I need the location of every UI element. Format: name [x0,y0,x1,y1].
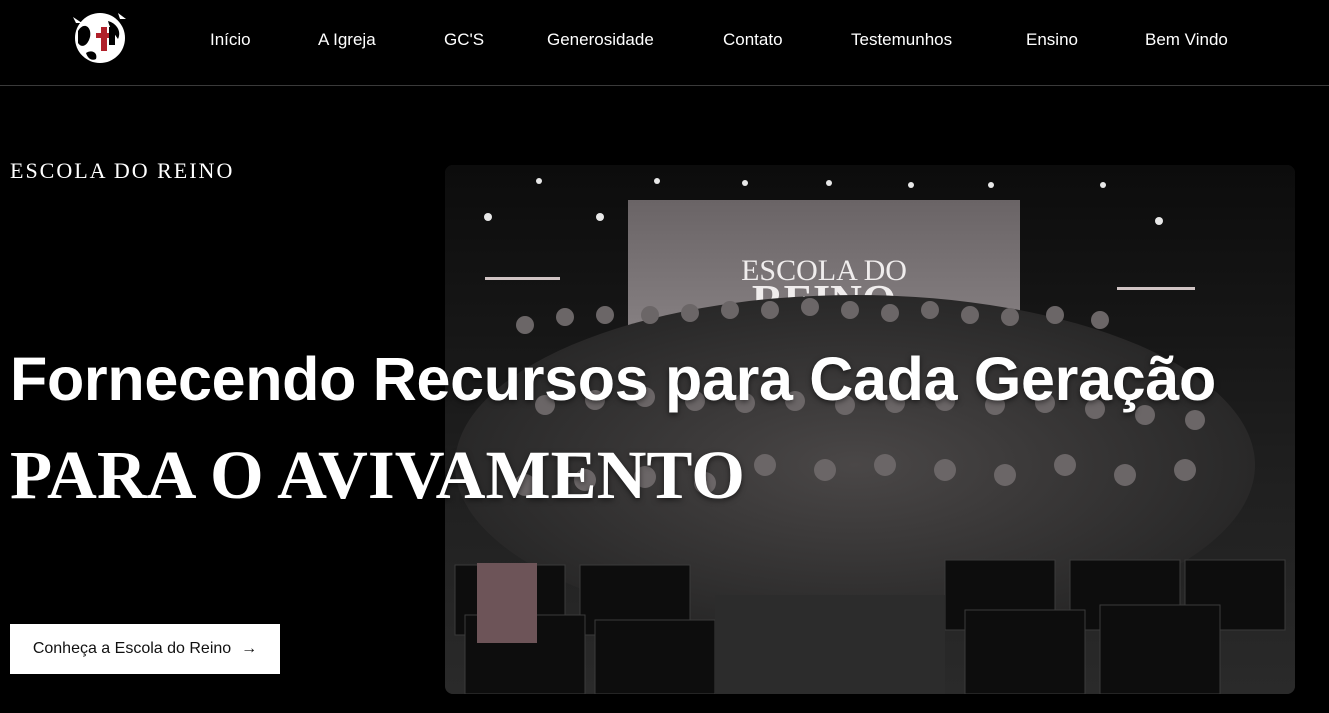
hero-headline: Fornecendo Recursos para Cada Geração [10,345,1216,413]
site-header: Início A Igreja GC'S Generosidade Contat… [0,0,1329,86]
arrow-right-icon: → [241,640,258,657]
main-nav: Início A Igreja GC'S Generosidade Contat… [0,28,1329,52]
cta-escola-do-reino-button[interactable]: Conheça a Escola do Reino → [10,624,280,674]
nav-item-testemunhos[interactable]: Testemunhos [851,28,952,52]
nav-item-gcs[interactable]: GC'S [444,28,484,52]
nav-item-ensino[interactable]: Ensino [1026,28,1078,52]
group-photo: ESCOLA DO REINO [445,165,1295,694]
nav-item-contato[interactable]: Contato [723,28,783,52]
hero-subheadline: PARA O AVIVAMENTO [10,437,745,513]
cta-label: Conheça a Escola do Reino [32,640,232,657]
nav-item-generosidade[interactable]: Generosidade [547,28,654,52]
section-eyebrow: ESCOLA DO REINO [10,158,235,183]
nav-item-bem-vindo[interactable]: Bem Vindo [1145,28,1228,52]
nav-item-inicio[interactable]: Início [210,28,251,52]
nav-item-a-igreja[interactable]: A Igreja [318,28,376,52]
group-photo-illustration: ESCOLA DO REINO [445,165,1295,694]
